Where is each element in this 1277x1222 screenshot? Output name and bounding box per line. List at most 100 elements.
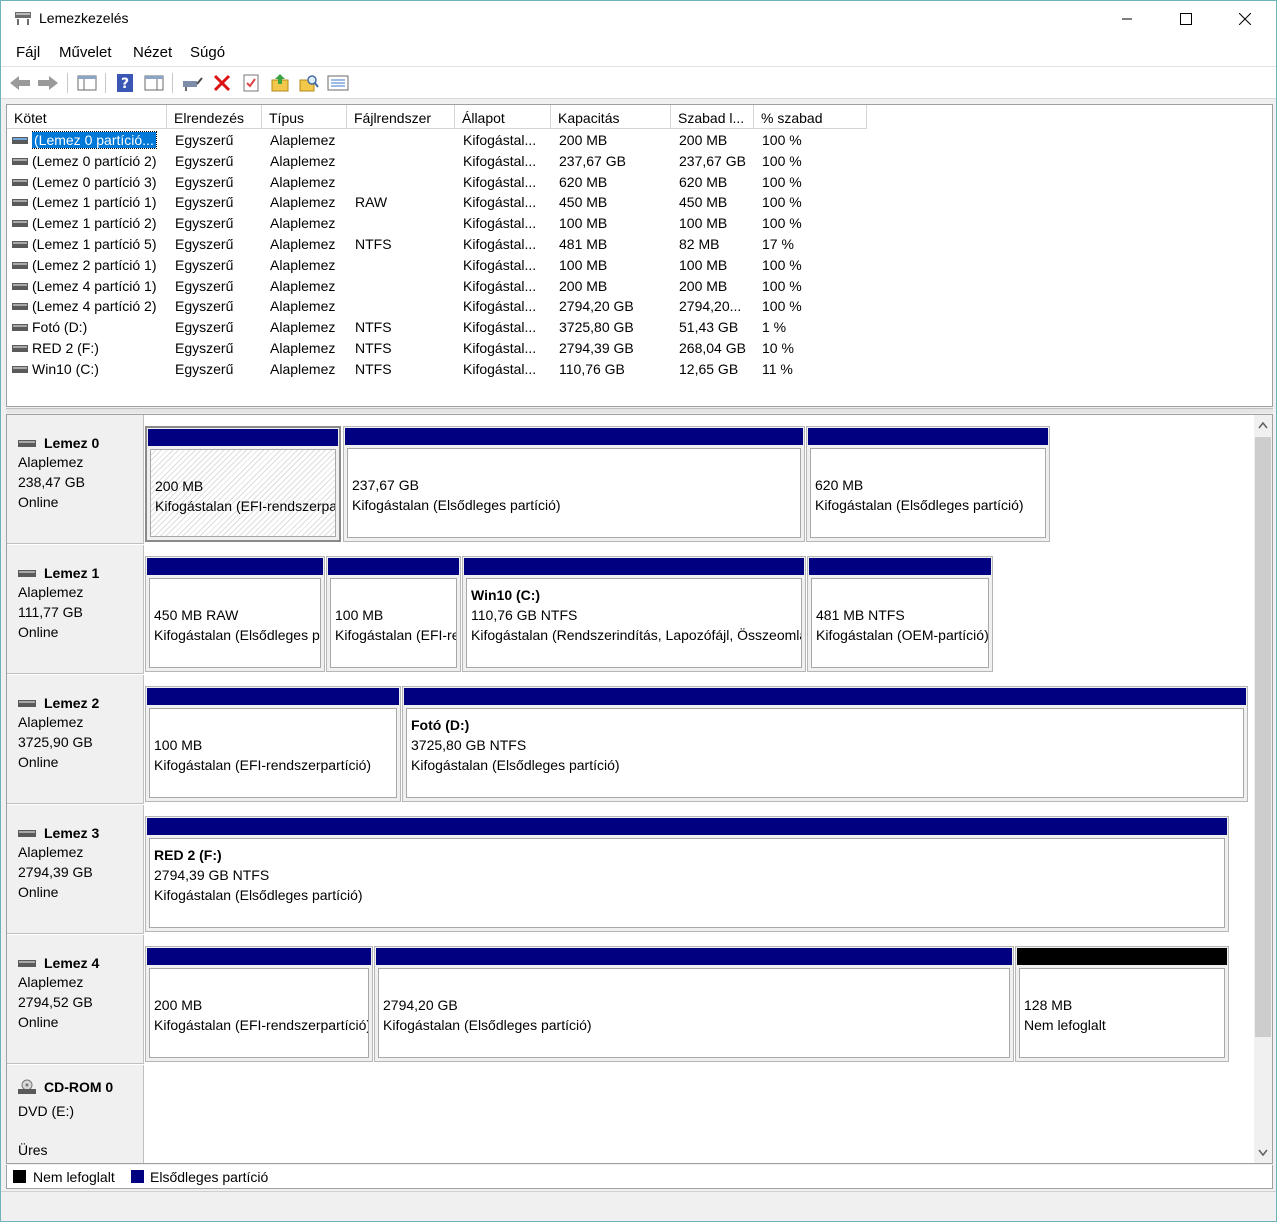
forward-button[interactable] xyxy=(36,71,60,95)
svg-text:?: ? xyxy=(121,76,129,92)
volume-cell-3 xyxy=(355,213,455,234)
maximize-button[interactable] xyxy=(1157,1,1215,37)
primary-partition-bar xyxy=(148,429,338,446)
delete-button[interactable] xyxy=(210,71,234,95)
volume-cell-4: Kifogástal... xyxy=(463,152,537,169)
volume-cell-5: 200 MB xyxy=(559,132,608,148)
properties-view-button[interactable] xyxy=(142,71,166,95)
partition-status: Kifogástalan (EFI-rendszerpartíció) xyxy=(335,627,456,643)
volume-row[interactable]: Fotó (D:) Egyszerű Alaplemez NTFS Kifogástal… xyxy=(7,317,1272,338)
folder-up-button[interactable] xyxy=(268,71,292,95)
volume-cell-0: (Lemez 1 partíció 1) xyxy=(32,194,157,211)
disk-type: Alaplemez xyxy=(18,844,84,860)
disk-name: Lemez 2 xyxy=(18,695,99,711)
volume-row[interactable]: (Lemez 0 partíció 2) Egyszerű Alaplemez Kif… xyxy=(7,151,1272,172)
disk-name-text: Lemez 0 xyxy=(44,435,100,451)
volume-cell-7: 10 % xyxy=(762,340,794,356)
volume-row[interactable]: (Lemez 1 partíció 5) Egyszerű Alaplemez NTF… xyxy=(7,234,1272,255)
connect-button[interactable] xyxy=(180,71,204,95)
help-icon: ? xyxy=(117,74,133,92)
volume-cell-2: Alaplemez xyxy=(270,236,336,252)
partition-block[interactable]: 237,67 GB Kifogástalan (Elsődleges partíc… xyxy=(343,426,805,542)
search-button[interactable] xyxy=(297,71,321,95)
partition-block[interactable]: 200 MB Kifogástalan (EFI-rendszerpartíció… xyxy=(145,946,373,1062)
volume-row[interactable]: (Lemez 1 partíció 1) Egyszerű Alaplemez RAW… xyxy=(7,192,1272,213)
column-header-5[interactable]: Kapacitás xyxy=(551,105,671,129)
partition-block[interactable]: 620 MB Kifogástalan (Elsődleges partíció) xyxy=(806,426,1050,542)
volume-row[interactable]: RED 2 (F:) Egyszerű Alaplemez NTFS Kifogásta… xyxy=(7,338,1272,359)
volume-icon xyxy=(12,324,28,332)
partition-block[interactable]: 2794,20 GB Kifogástalan (Elsődleges partí… xyxy=(374,946,1014,1062)
volume-cell-6: 200 MB xyxy=(679,277,728,294)
minimize-button[interactable] xyxy=(1098,1,1156,37)
disk-label[interactable]: Lemez 1 Alaplemez 111,77 GB Online xyxy=(7,545,144,674)
disk-label[interactable]: Lemez 4 Alaplemez 2794,52 GB Online xyxy=(7,935,144,1064)
menu-file[interactable]: Fájl xyxy=(16,44,40,61)
partition-block[interactable]: Win10 (C:) 110,76 GB NTFS Kifogástalan (Re… xyxy=(462,556,806,672)
partition-block[interactable]: 100 MB Kifogástalan (EFI-rendszerpartíció… xyxy=(326,556,461,672)
menu-action[interactable]: Művelet xyxy=(59,44,112,61)
volume-list: Kötet Elrendezés Típus Fájlrendszer Állapot K… xyxy=(6,104,1273,407)
partition-block[interactable]: RED 2 (F:) 2794,39 GB NTFS Kifogástalan (E… xyxy=(145,816,1229,932)
column-header-4[interactable]: Állapot xyxy=(455,105,551,129)
partition-status: Kifogástalan (Elsődleges partíció) xyxy=(383,1017,592,1033)
disk-icon xyxy=(18,960,36,967)
volume-cell-5: 481 MB xyxy=(559,236,608,252)
disk-size: 2794,52 GB xyxy=(18,994,93,1010)
back-button[interactable] xyxy=(8,71,32,95)
partition-block[interactable]: 200 MB Kifogástalan (EFI-rendszerpartíció… xyxy=(145,426,341,542)
scroll-up-icon[interactable] xyxy=(1258,421,1268,429)
disk-label[interactable]: Lemez 3 Alaplemez 2794,39 GB Online xyxy=(7,805,144,934)
volume-row[interactable]: Win10 (C:) Egyszerű Alaplemez NTFS Kifogásta… xyxy=(7,359,1272,380)
vertical-scrollbar-thumb[interactable] xyxy=(1255,437,1271,1037)
partition-block[interactable]: 100 MB Kifogástalan (EFI-rendszerpartíció… xyxy=(145,686,401,802)
volume-row[interactable]: (Lemez 0 partíció... Egyszerű Alaplemez Kif… xyxy=(7,130,1272,151)
volume-cell-1: Egyszerű xyxy=(175,194,234,211)
pane-splitter[interactable] xyxy=(6,408,1273,413)
volume-row[interactable]: (Lemez 4 partíció 1) Egyszerű Alaplemez Kif… xyxy=(7,276,1272,297)
disk-label[interactable]: Lemez 2 Alaplemez 3725,90 GB Online xyxy=(7,675,144,804)
primary-partition-bar xyxy=(147,558,323,575)
column-header-2[interactable]: Típus xyxy=(262,105,347,129)
column-header-7[interactable]: % szabad xyxy=(754,105,867,129)
volume-cell-1: Egyszerű xyxy=(175,298,234,315)
list-view-button[interactable] xyxy=(326,71,350,95)
volume-cell-4: Kifogástal... xyxy=(463,215,537,232)
partition-status: Kifogástalan (Elsődleges partíció) xyxy=(411,757,620,773)
column-header-1[interactable]: Elrendezés xyxy=(167,105,262,129)
cdrom-name: CD-ROM 0 xyxy=(18,1079,113,1095)
volume-cell-2: Alaplemez xyxy=(270,340,336,356)
disk-row-3: Lemez 3 Alaplemez 2794,39 GB Online RED 2 (F… xyxy=(7,805,1252,935)
check-button[interactable] xyxy=(239,71,263,95)
partition-block[interactable]: 481 MB NTFS Kifogástalan (OEM-partíció) xyxy=(807,556,993,672)
volume-row[interactable]: (Lemez 0 partíció 3) Egyszerű Alaplemez Kif… xyxy=(7,172,1272,193)
column-header-3[interactable]: Fájlrendszer xyxy=(347,105,455,129)
disk-icon xyxy=(18,830,36,837)
column-header-6[interactable]: Szabad l... xyxy=(671,105,754,129)
volume-cell-0: (Lemez 0 partíció 3) xyxy=(32,173,157,190)
console-tree-button[interactable] xyxy=(75,71,99,95)
volume-cell-0: RED 2 (F:) xyxy=(32,340,99,356)
volume-icon xyxy=(12,241,28,248)
volume-row[interactable]: (Lemez 2 partíció 1) Egyszerű Alaplemez Kif… xyxy=(7,255,1272,276)
volume-cell-4: Kifogástal... xyxy=(463,236,537,252)
volume-cell-3 xyxy=(355,172,455,193)
volume-row[interactable]: (Lemez 1 partíció 2) Egyszerű Alaplemez Kif… xyxy=(7,213,1272,234)
volume-icon xyxy=(12,178,28,186)
close-button[interactable] xyxy=(1216,1,1274,37)
scroll-down-icon[interactable] xyxy=(1258,1149,1268,1157)
menu-help[interactable]: Súgó xyxy=(190,44,225,61)
partition-block[interactable]: 450 MB RAW Kifogástalan (Elsődleges partí… xyxy=(145,556,325,672)
volume-cell-5: 2794,20 GB xyxy=(559,298,634,315)
help-button[interactable]: ? xyxy=(113,71,137,95)
column-header-0[interactable]: Kötet xyxy=(7,105,167,129)
menu-view[interactable]: Nézet xyxy=(133,44,172,61)
disk-label[interactable]: Lemez 0 Alaplemez 238,47 GB Online xyxy=(7,415,144,544)
partition-block[interactable]: 128 MB Nem lefoglalt xyxy=(1015,946,1229,1062)
partition-block[interactable]: Fotó (D:) 3725,80 GB NTFS Kifogástalan (El… xyxy=(402,686,1248,802)
volume-cell-4: Kifogástal... xyxy=(463,360,537,377)
volume-row[interactable]: (Lemez 4 partíció 2) Egyszerű Alaplemez Kif… xyxy=(7,296,1272,317)
volume-cell-3: NTFS xyxy=(355,236,392,252)
vertical-scrollbar[interactable] xyxy=(1254,415,1272,1163)
cdrom-label[interactable]: CD-ROM 0 DVD (E:) Üres xyxy=(7,1065,144,1163)
